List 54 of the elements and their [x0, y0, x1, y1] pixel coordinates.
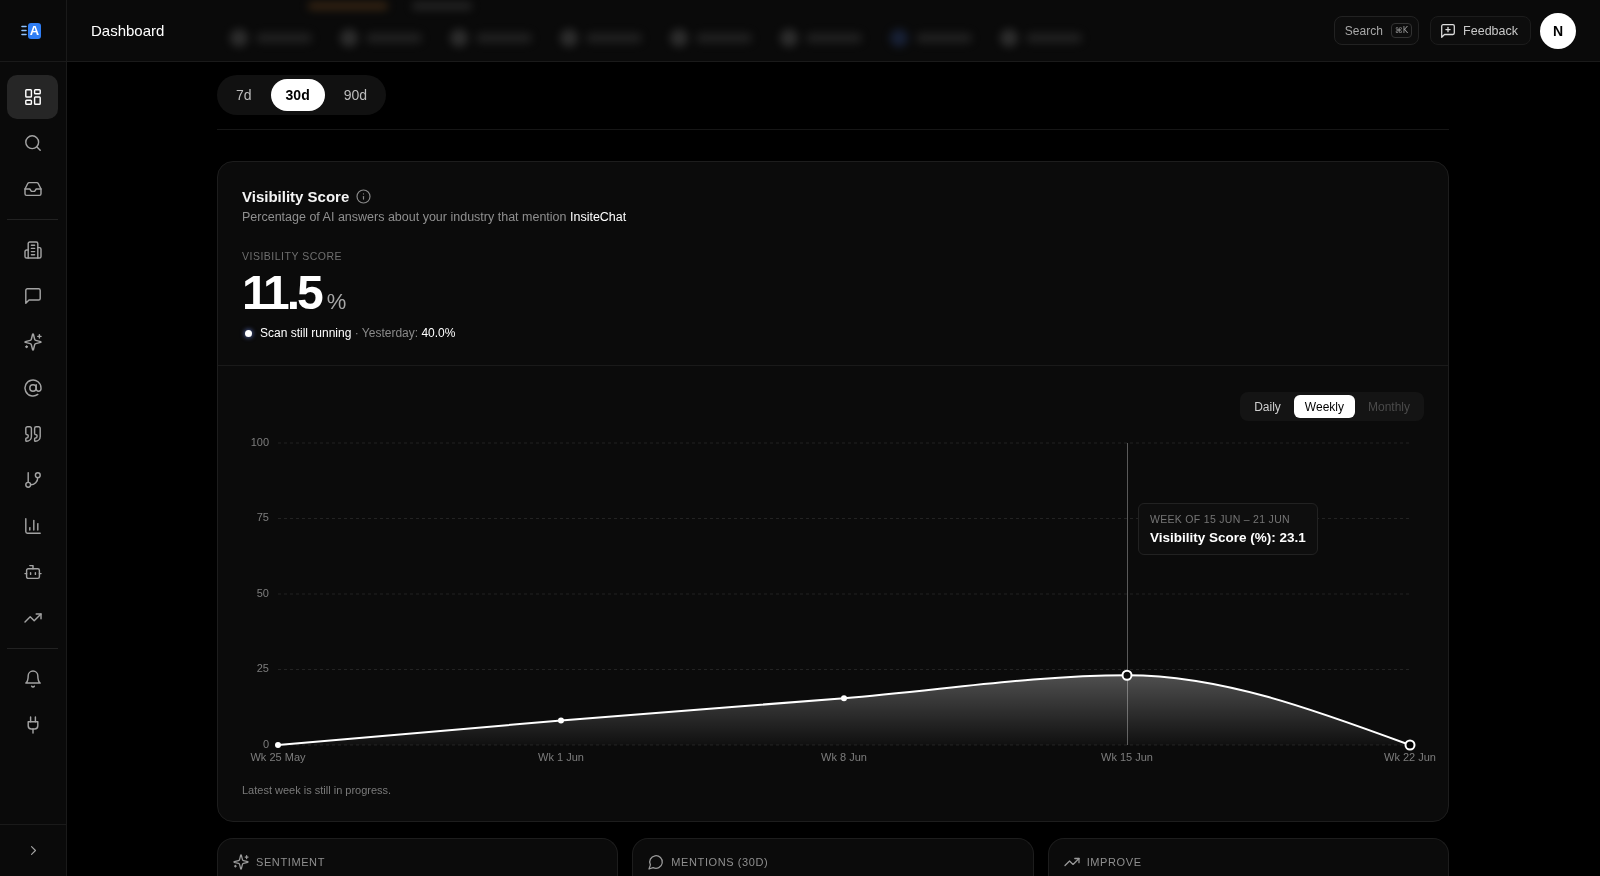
inbox-icon — [24, 181, 41, 197]
trending-up-icon — [1064, 855, 1079, 869]
chart-footnote: Latest week is still in progress. — [242, 783, 393, 797]
status-dot-icon — [245, 329, 252, 337]
period-tab[interactable]: 30d — [270, 79, 325, 111]
metric-value: 11.5 — [242, 267, 321, 319]
avatar-button[interactable]: N — [1540, 12, 1576, 49]
info-icon — [357, 189, 371, 203]
tooltip-header: WEEK OF 15 JUN – 21 JUN — [1150, 513, 1291, 525]
chat-bubble-icon — [24, 288, 41, 304]
scan-status-text: Scan still running · Yesterday: 40.0% — [260, 326, 456, 340]
x-axis-label: Wk 22 Jun — [1384, 750, 1436, 763]
x-axis-label: Wk 15 Jun — [1101, 750, 1153, 763]
app-logo: A — [20, 22, 42, 39]
feedback-icon — [1441, 23, 1456, 38]
building-icon — [24, 242, 41, 258]
y-axis-label: 0 — [262, 737, 269, 750]
y-axis-label: 50 — [256, 586, 269, 599]
metric-label: VISIBILITY SCORE — [242, 249, 343, 263]
y-axis-label: 100 — [250, 435, 269, 448]
period-tab[interactable]: 90d — [328, 79, 383, 111]
dashboard-icon — [24, 89, 41, 105]
bar-chart-icon — [24, 518, 41, 534]
page-title: Dashboard — [91, 22, 165, 39]
robot-icon — [24, 564, 41, 580]
summary-card-title: IMPROVE — [1086, 855, 1142, 870]
card-subtitle: Percentage of AI answers about your industry that mention InsiteChat — [242, 209, 628, 226]
x-axis-label: Wk 25 May — [250, 750, 306, 763]
quote-icon — [24, 426, 41, 442]
summary-card-title: SENTIMENT — [256, 855, 325, 870]
feedback-button[interactable]: Feedback — [1430, 16, 1531, 45]
trending-up-icon — [24, 610, 41, 626]
period-tab[interactable]: 7d — [221, 79, 267, 111]
y-axis-label: 25 — [256, 662, 269, 675]
summary-card-title: MENTIONS (30D) — [671, 855, 769, 870]
y-axis-label: 75 — [256, 511, 269, 524]
at-sign-icon — [24, 380, 41, 396]
card-title: Visibility Score — [242, 187, 350, 205]
metric-unit: % — [326, 289, 347, 315]
tooltip-value: Visibility Score (%): 23.1 — [1150, 530, 1306, 545]
bell-icon — [24, 671, 41, 687]
granularity-option[interactable]: Weekly — [1293, 395, 1355, 418]
x-axis-label: Wk 1 Jun — [538, 750, 584, 763]
search-icon — [24, 135, 41, 151]
granularity-option[interactable]: Daily — [1243, 395, 1292, 418]
x-axis-label: Wk 8 Jun — [821, 750, 867, 763]
search-button[interactable]: Search ⌘K — [1333, 16, 1420, 45]
keyboard-shortcut: ⌘K — [1390, 23, 1413, 38]
chat-bubble-icon — [649, 855, 664, 869]
sparkles-icon — [24, 334, 41, 350]
sidebar-nav-button[interactable] — [7, 75, 58, 119]
plug-icon — [24, 717, 41, 733]
branch-icon — [24, 472, 41, 488]
sparkles-icon — [234, 855, 248, 869]
